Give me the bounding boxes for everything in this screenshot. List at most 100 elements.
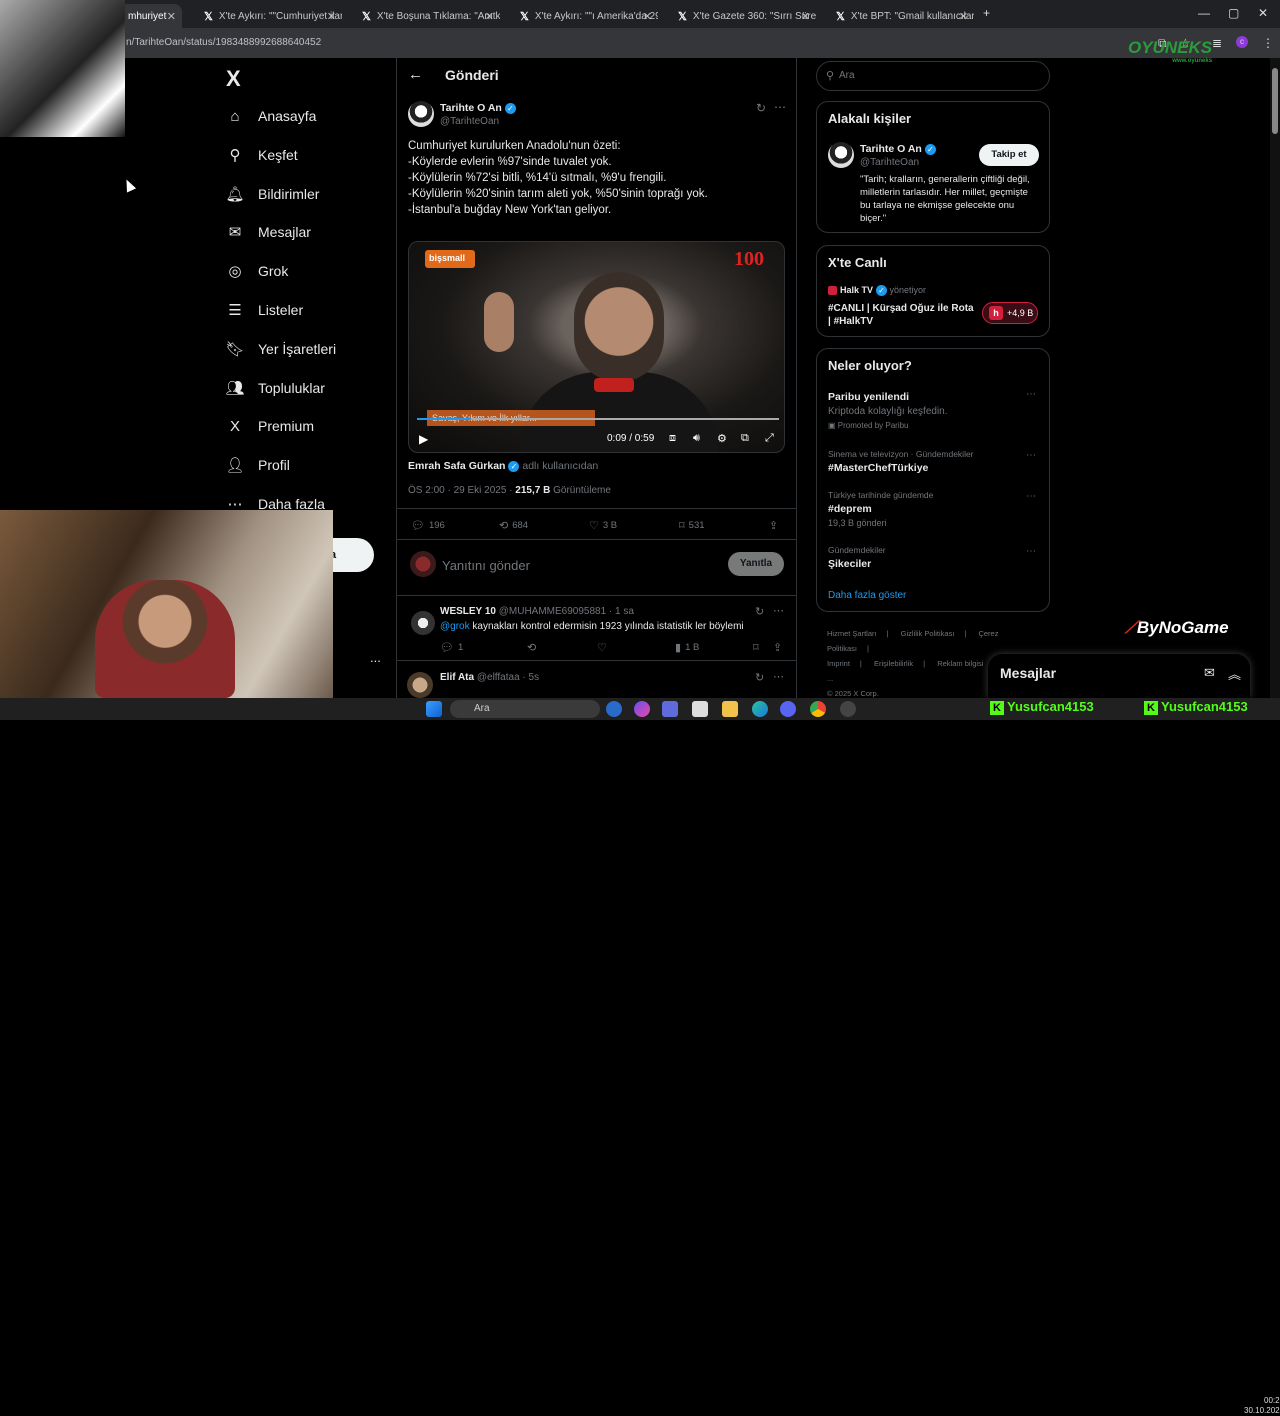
repost-action[interactable]: ⟲ 684: [499, 519, 528, 532]
trend-more-icon[interactable]: ⋯: [1026, 450, 1036, 461]
expand-chevron-icon[interactable]: ︽: [1228, 664, 1241, 683]
trend-name[interactable]: #MasterChefTürkiye: [828, 462, 928, 474]
close-tab-icon[interactable]: ✕: [959, 10, 968, 23]
reply-button[interactable]: Yanıtla: [728, 552, 784, 576]
reply-input[interactable]: Yanıtını gönder: [442, 558, 530, 573]
teams-icon[interactable]: [662, 701, 678, 717]
footer-link[interactable]: Imprint: [827, 659, 850, 668]
footer-link[interactable]: Erişilebilirlik: [874, 659, 913, 668]
trend-name[interactable]: #deprem: [828, 503, 872, 515]
task-view-icon[interactable]: [606, 701, 622, 717]
browser-tab[interactable]: 𝕏 X'te Gazete 360: "Sırrı Süreyya (✕: [670, 4, 816, 28]
sidebar-item-grok[interactable]: ◎ Grok: [226, 259, 288, 283]
grok-explain-icon[interactable]: ↻: [756, 101, 766, 115]
reply-action[interactable]: 💬︎ 196: [411, 519, 445, 532]
show-more-link[interactable]: Daha fazla göster: [828, 590, 906, 601]
windows-start-icon[interactable]: [426, 701, 442, 717]
trend-name[interactable]: Şikeciler: [828, 558, 871, 570]
close-tab-icon[interactable]: ✕: [167, 10, 176, 23]
store-icon[interactable]: [692, 701, 708, 717]
close-tab-icon[interactable]: ✕: [643, 10, 652, 23]
browser-tab[interactable]: mhuriyet ✕: [120, 4, 182, 28]
repost-action[interactable]: ⟲: [527, 641, 540, 654]
sidebar-item-profile[interactable]: 👤︎ Profil: [225, 453, 289, 477]
sidebar-item-explore[interactable]: ⚲ Keşfet: [226, 143, 298, 167]
sidebar-item-communities[interactable]: 👥︎ Topluluklar: [225, 376, 324, 400]
new-tab-button[interactable]: +: [983, 6, 990, 20]
reply-author-line[interactable]: Elif Ata @elffataa · 5s: [440, 672, 539, 683]
sidebar-item-notifications[interactable]: 🔔︎ Bildirimler: [225, 182, 319, 206]
footer-link[interactable]: Hizmet Şartları: [827, 629, 877, 638]
author-avatar[interactable]: [408, 101, 434, 127]
sidebar-item-messages[interactable]: ✉ Mesajlar: [226, 220, 311, 244]
scrollbar-thumb[interactable]: [1272, 68, 1278, 134]
live-listeners-badge[interactable]: h +4,9 B: [982, 302, 1038, 324]
video-progress-bar[interactable]: [417, 418, 779, 420]
follow-button[interactable]: Takip et: [979, 144, 1039, 166]
grok-explain-icon[interactable]: ↻: [755, 605, 764, 618]
page-scrollbar[interactable]: [1270, 58, 1280, 698]
taskbar-clock[interactable]: 00:2130.10.2025: [1244, 1396, 1280, 1416]
like-action[interactable]: ♡ 3 B: [589, 519, 617, 532]
mention-link[interactable]: @grok: [440, 621, 470, 632]
taskbar-search[interactable]: Ara: [450, 700, 600, 718]
live-title[interactable]: #CANLI | Kürşad Oğuz ile Rota | #HalkTV: [828, 302, 978, 328]
trend-name[interactable]: Paribu yenilendi: [828, 391, 909, 403]
bookmark-action[interactable]: ⌑ 531: [679, 519, 705, 532]
reply-action[interactable]: 💬︎ 1: [440, 641, 463, 654]
bookmark-action[interactable]: ⌑: [753, 641, 763, 654]
close-tab-icon[interactable]: ✕: [327, 10, 336, 23]
sidebar-item-lists[interactable]: ☰ Listeler: [226, 298, 303, 322]
close-tab-icon[interactable]: ✕: [801, 10, 810, 23]
post-more-icon[interactable]: ⋯: [774, 100, 786, 114]
trend-more-icon[interactable]: ⋯: [1026, 491, 1036, 502]
search-input[interactable]: ⚲ Ara: [816, 61, 1050, 91]
browser-menu-icon[interactable]: ⋮: [1262, 36, 1274, 50]
reply-item[interactable]: Elif Ata @elffataa · 5s ↻ ⋯: [397, 662, 797, 698]
reply-item[interactable]: WESLEY 10 @MUHAMME69095881 · 1 sa @grok …: [397, 597, 797, 661]
edge-icon[interactable]: [752, 701, 768, 717]
footer-link[interactable]: Reklam bilgisi: [937, 659, 983, 668]
post-timestamp[interactable]: ÖS 2:00 · 29 Eki 2025 ·: [408, 485, 513, 496]
chrome-icon[interactable]: [810, 701, 826, 717]
maximize-button[interactable]: ▢: [1228, 6, 1239, 20]
sidebar-item-bookmarks[interactable]: 🔖︎ Yer İşaretleri: [225, 337, 336, 361]
settings-gear-icon[interactable]: ⚙: [717, 432, 727, 445]
browser-tab[interactable]: 𝕏 X'te BPT: "Gmail kullanıcılarının✕: [828, 4, 974, 28]
share-action[interactable]: ⇪: [769, 519, 782, 532]
messages-drawer[interactable]: Mesajlar ✉ ︽: [988, 654, 1250, 698]
close-tab-icon[interactable]: ✕: [485, 10, 494, 23]
share-action[interactable]: ⇪: [773, 641, 786, 654]
picture-in-picture-icon[interactable]: ⧉: [741, 432, 749, 445]
url-field[interactable]: n/TarihteOan/status/1983488992688640452: [120, 33, 1130, 53]
author-name-line[interactable]: Tarihte O An ✓: [440, 102, 516, 114]
discord-icon[interactable]: [780, 701, 796, 717]
account-more-icon[interactable]: ...: [370, 650, 381, 665]
reply-author-line[interactable]: WESLEY 10 @MUHAMME69095881 · 1 sa: [440, 606, 634, 617]
browser-tab[interactable]: 𝕏 X'te Aykırı: ""Cumhuriyet ilan ed✕: [196, 4, 342, 28]
video-credit[interactable]: Emrah Safa Gürkan ✓ adlı kullanıcıdan: [408, 460, 598, 472]
views-action[interactable]: ▮ 1 B: [675, 641, 699, 654]
grok-explain-icon[interactable]: ↻: [755, 671, 764, 684]
reply-more-icon[interactable]: ⋯: [773, 604, 784, 617]
obs-icon[interactable]: [840, 701, 856, 717]
x-logo[interactable]: X: [226, 66, 241, 92]
fullscreen-icon[interactable]: ⤢: [765, 432, 774, 445]
copilot-icon[interactable]: [634, 701, 650, 717]
footer-link[interactable]: Gizlilik Politikası: [901, 629, 955, 638]
trend-more-icon[interactable]: ⋯: [1026, 546, 1036, 557]
live-channel-line[interactable]: Halk TV ✓ yönetiyor: [828, 285, 926, 297]
captions-icon[interactable]: ⧈: [669, 432, 676, 445]
like-action[interactable]: ♡: [597, 641, 611, 654]
person-handle[interactable]: @TarihteOan: [860, 157, 919, 168]
trend-more-icon[interactable]: ⋯: [1026, 389, 1036, 400]
person-name-line[interactable]: Tarihte O An ✓: [860, 143, 936, 155]
author-handle[interactable]: @TarihteOan: [440, 116, 499, 127]
new-message-icon[interactable]: ✉: [1204, 665, 1215, 681]
video-player[interactable]: bişsmall 100 Savaş, Yıkım ve İlk yıllar.…: [408, 241, 785, 453]
sidebar-item-home[interactable]: ⌂ Anasayfa: [226, 104, 316, 128]
back-arrow-icon[interactable]: ←: [408, 66, 423, 83]
profile-avatar[interactable]: c: [1236, 36, 1248, 48]
avatar[interactable]: [411, 611, 435, 635]
browser-tab[interactable]: 𝕏 X'te Boşuna Tıklama: "Anıtkabi✕: [354, 4, 500, 28]
